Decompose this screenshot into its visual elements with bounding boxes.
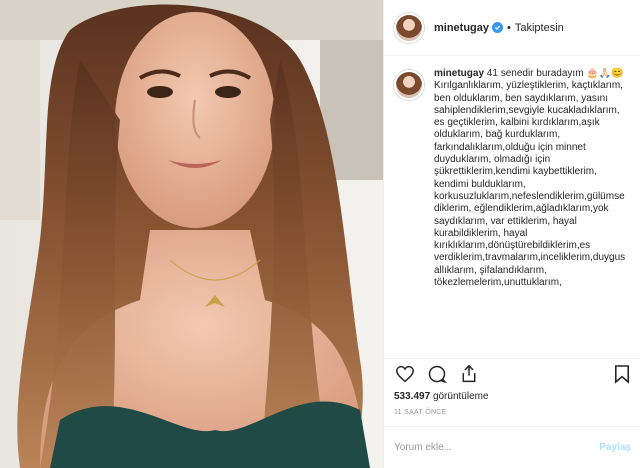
- view-count-label: görüntüleme: [432, 391, 489, 402]
- comment-input[interactable]: [394, 442, 600, 453]
- share-icon[interactable]: [458, 363, 480, 385]
- following-button[interactable]: Takiptesin: [515, 22, 564, 34]
- instagram-post: minetugay • Takiptesin minetugay 41 sene…: [0, 0, 640, 468]
- comment-form: Paylaş: [384, 426, 640, 468]
- post-comment-button[interactable]: Paylaş: [599, 442, 631, 453]
- caption-username-link[interactable]: minetugay: [434, 68, 484, 79]
- view-count-number: 533.497: [394, 391, 431, 402]
- post-sidebar: minetugay • Takiptesin minetugay 41 sene…: [383, 0, 640, 468]
- caption-text: 41 senedir buradayım 🎂🙏🏻😊Kırılganlıkları…: [434, 68, 626, 289]
- video-frame: [0, 0, 383, 468]
- verified-badge-icon: [492, 22, 504, 33]
- caption-avatar[interactable]: [394, 70, 424, 100]
- view-count[interactable]: 533.497 görüntüleme: [394, 391, 489, 402]
- post-timestamp[interactable]: 11 SAAT ÖNCE: [394, 409, 447, 416]
- action-bar: [384, 358, 640, 388]
- avatar[interactable]: [394, 12, 424, 43]
- comment-bubble-icon[interactable]: [426, 363, 448, 385]
- separator-dot: •: [507, 21, 511, 34]
- bookmark-icon[interactable]: [611, 363, 633, 385]
- heart-icon[interactable]: [394, 363, 416, 385]
- post-video[interactable]: [0, 0, 383, 468]
- caption-body: minetugay 41 senedir buradayım 🎂🙏🏻😊Kırıl…: [434, 68, 629, 348]
- username-link[interactable]: minetugay: [434, 22, 489, 34]
- post-caption: minetugay 41 senedir buradayım 🎂🙏🏻😊Kırıl…: [384, 68, 640, 348]
- post-header: minetugay • Takiptesin: [384, 0, 640, 56]
